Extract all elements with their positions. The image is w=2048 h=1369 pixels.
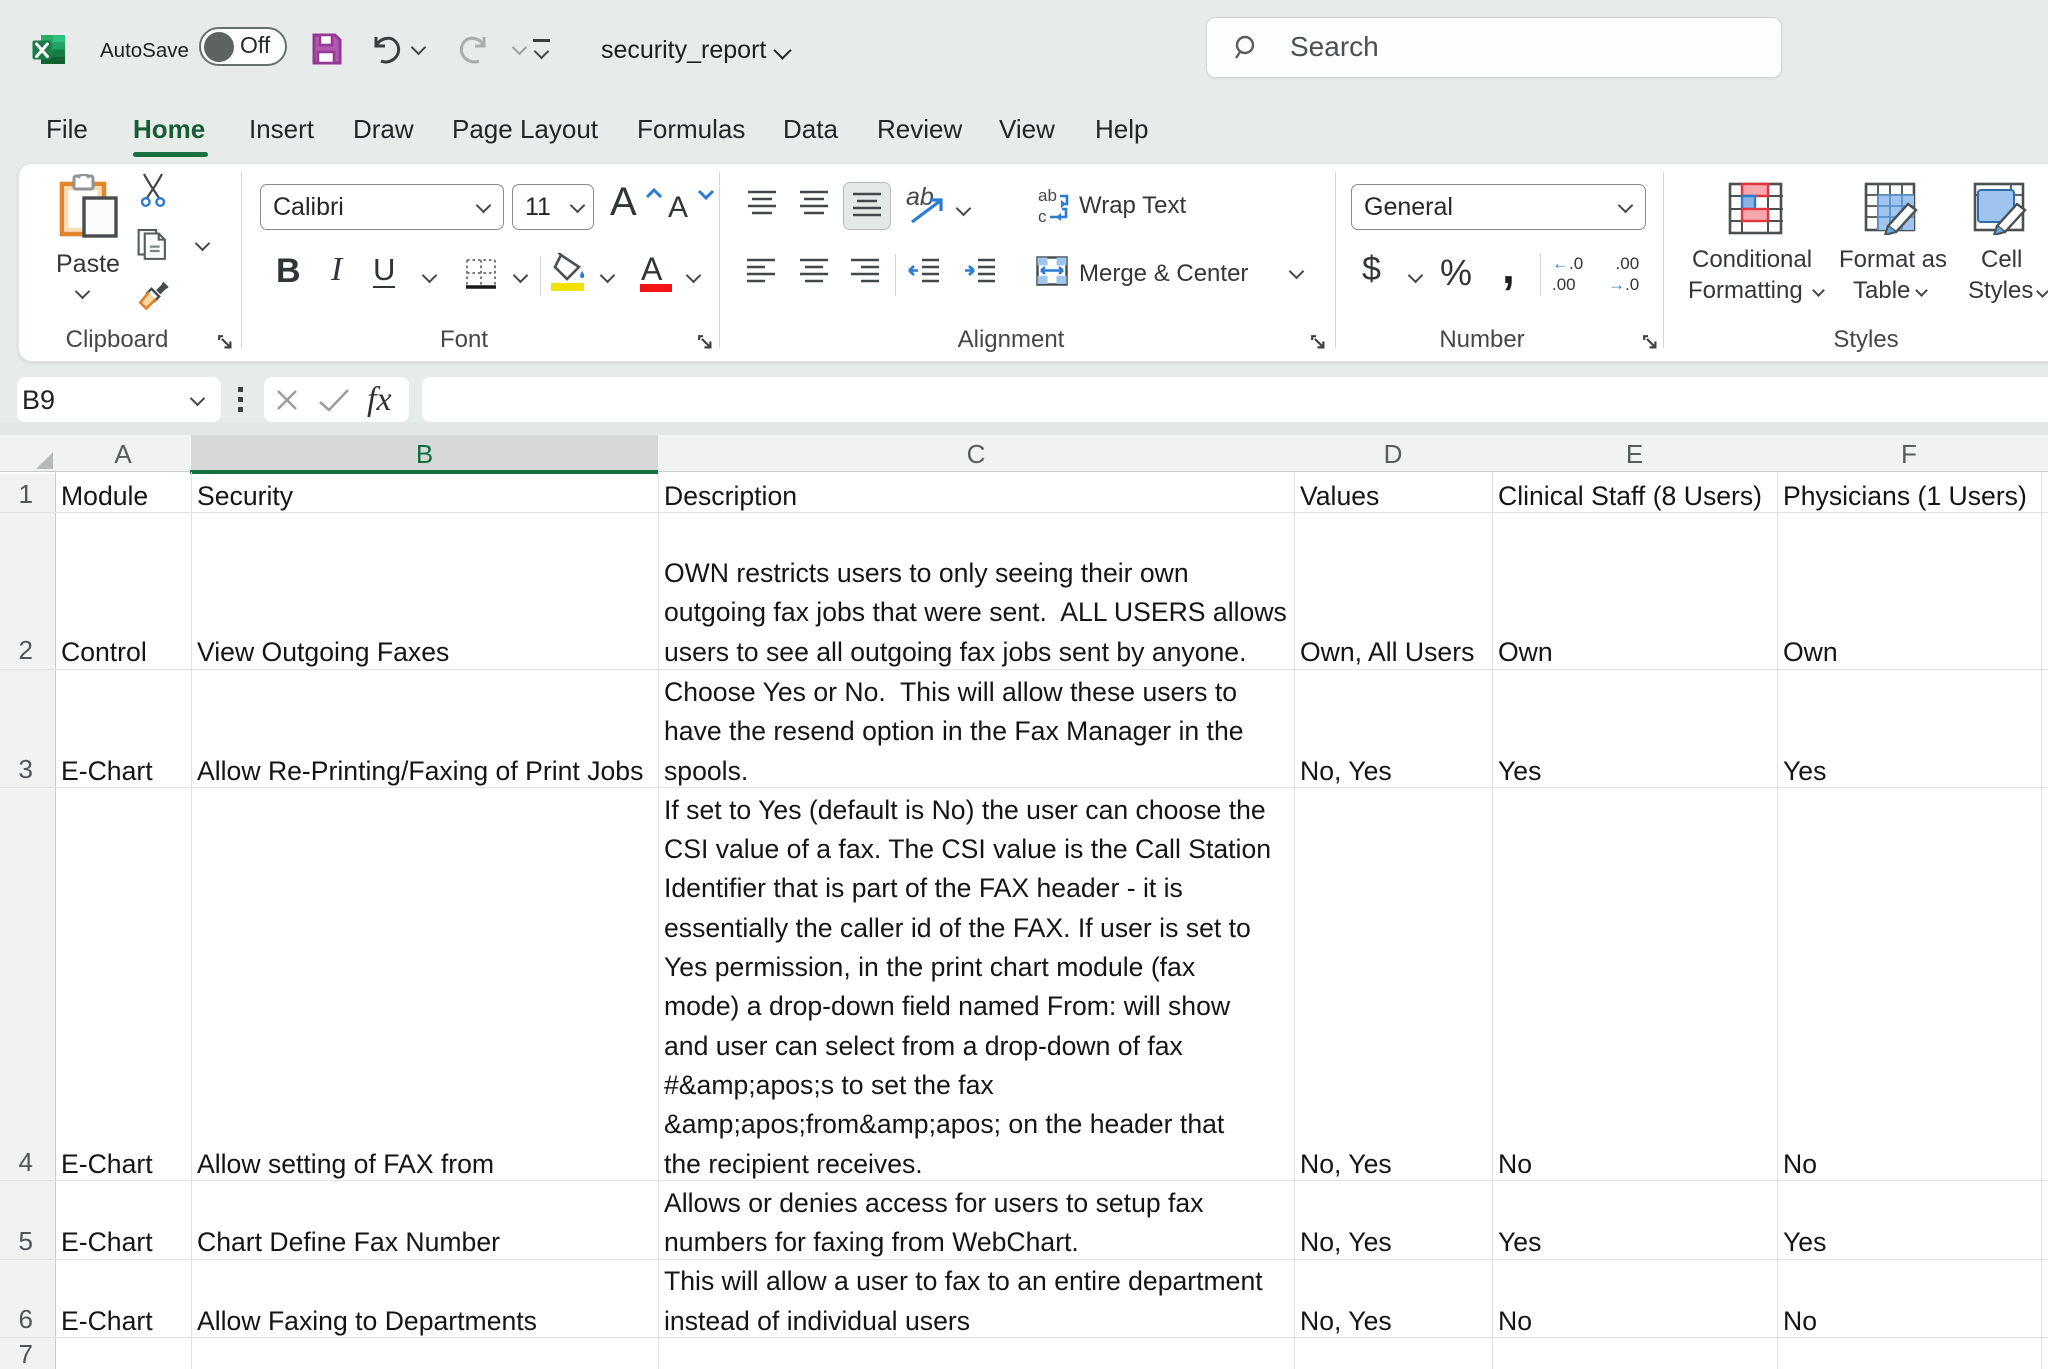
svg-text:ab: ab	[1038, 186, 1057, 205]
svg-text:c: c	[1038, 207, 1047, 226]
